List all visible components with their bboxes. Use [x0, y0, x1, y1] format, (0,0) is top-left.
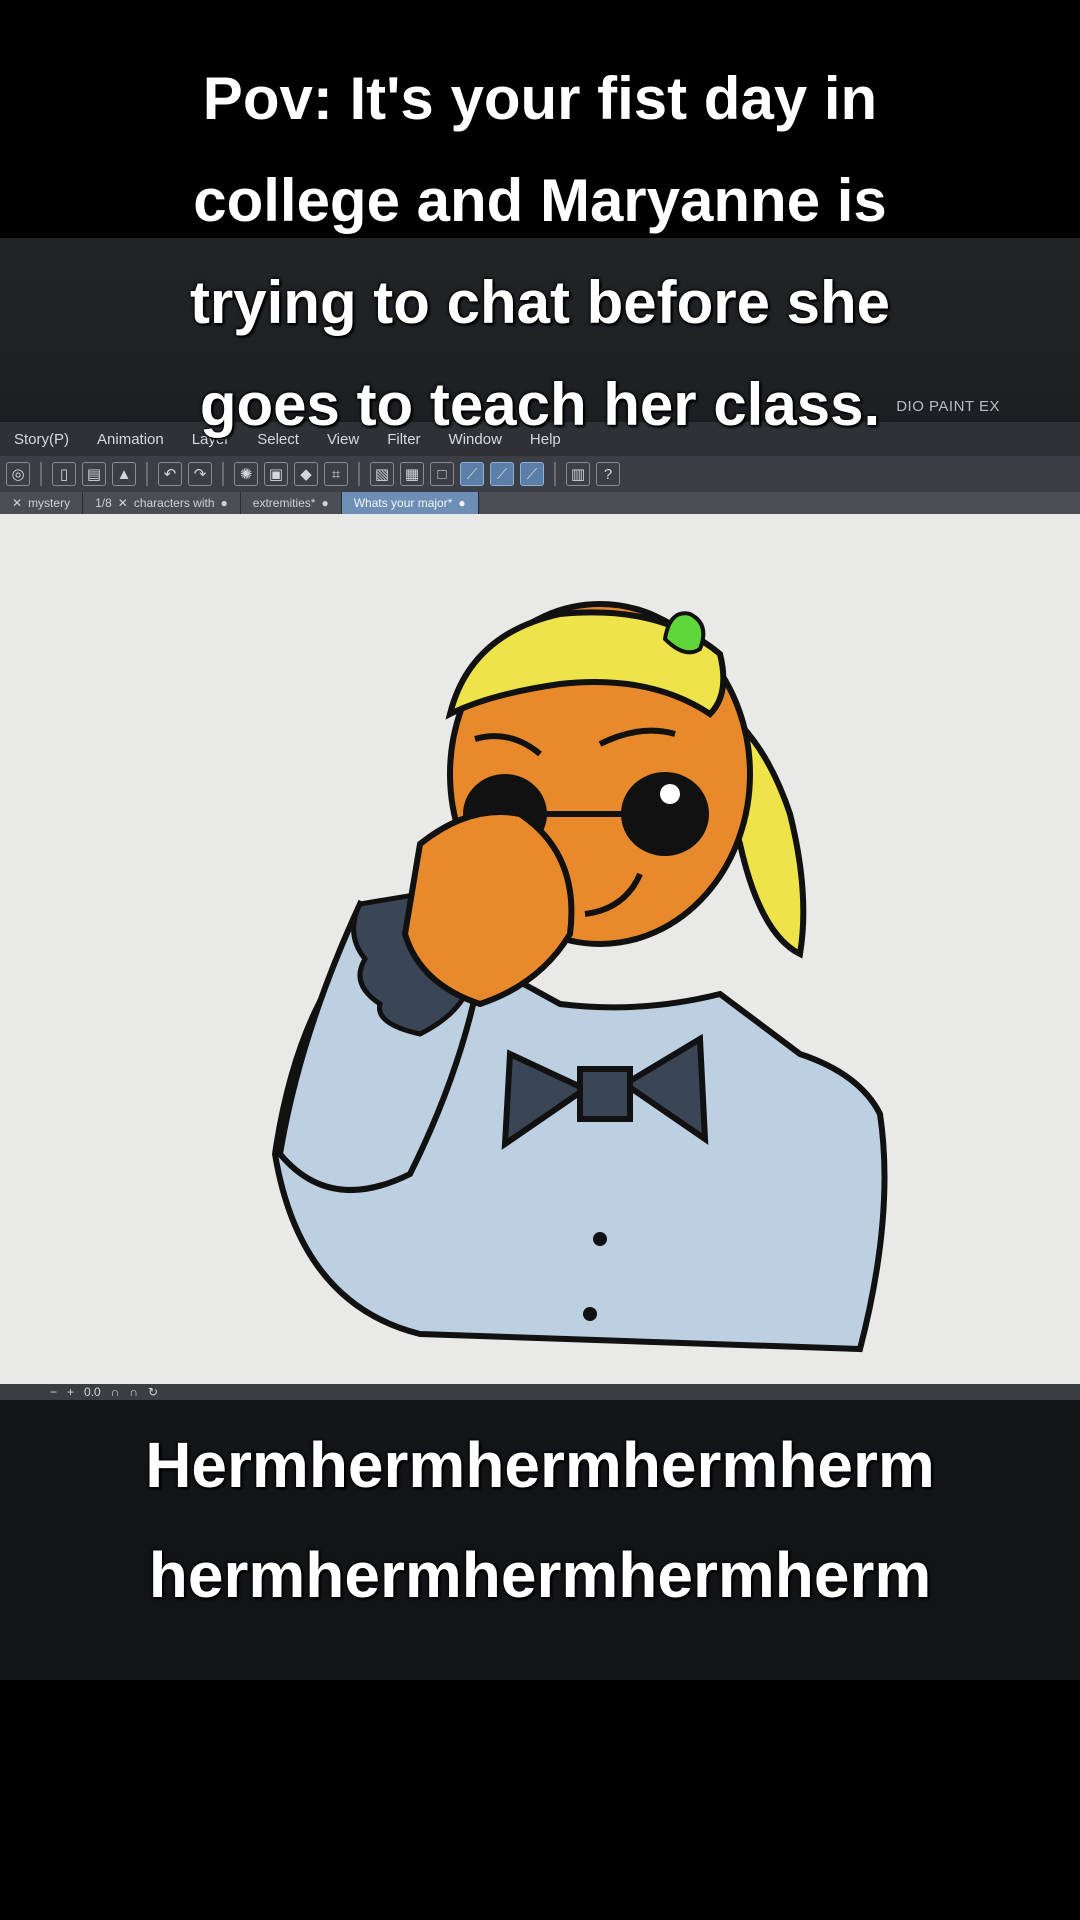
caption-line: Hermhermhermhermherm — [145, 1429, 935, 1501]
toolbar-separator — [358, 462, 360, 486]
hair-leaf — [662, 611, 706, 655]
close-icon[interactable]: ✕ — [12, 496, 22, 510]
crop-icon[interactable]: ⌗ — [324, 462, 348, 486]
zoom-in-icon[interactable]: + — [67, 1385, 74, 1399]
caption-line: college and Maryanne is — [193, 167, 887, 234]
zoom-out-icon[interactable]: − — [50, 1385, 57, 1399]
rotate-icon[interactable]: ∩ — [111, 1385, 120, 1399]
fill-icon[interactable]: ◆ — [294, 462, 318, 486]
character-drawing — [271, 601, 888, 1353]
tab-label: 1/8 — [95, 496, 112, 510]
tab-characters[interactable]: 1/8 ✕ characters with ● — [83, 492, 241, 514]
caption-bottom: Hermhermhermhermherm hermhermhermhermher… — [0, 1410, 1080, 1630]
toolbar-separator — [554, 462, 556, 486]
hand — [401, 809, 575, 1008]
shirt-button — [593, 1232, 607, 1246]
toolbar-separator — [222, 462, 224, 486]
help-icon[interactable]: ? — [596, 462, 620, 486]
drawing-canvas[interactable] — [0, 514, 1080, 1384]
unsaved-dot-icon: ● — [220, 496, 228, 510]
panel-icon[interactable]: ▥ — [566, 462, 590, 486]
undo-icon[interactable]: ↶ — [158, 462, 182, 486]
tab-label: characters with — [133, 496, 215, 510]
glasses-right-lens — [621, 772, 709, 856]
toolbar: ◎ ▯ ▤ ▲ ↶ ↷ ✺ ▣ ◆ ⌗ ▧ ▦ □ ⟋ ⟋ ⟋ ▥ ? — [0, 456, 1080, 492]
rotate-icon[interactable]: ∩ — [129, 1385, 138, 1399]
tab-label: Whats your major* — [353, 496, 453, 510]
frame-icon[interactable]: □ — [430, 462, 454, 486]
glasses-shine — [660, 784, 680, 804]
tab-whats-your-major[interactable]: Whats your major* ● — [341, 492, 479, 514]
toolbar-separator — [40, 462, 42, 486]
tab-mystery[interactable]: ✕ mystery — [0, 492, 84, 514]
ruler-icon[interactable]: ▧ — [370, 462, 394, 486]
unsaved-dot-icon: ● — [321, 496, 329, 510]
redo-icon[interactable]: ↷ — [188, 462, 212, 486]
loading-icon[interactable]: ✺ — [234, 462, 258, 486]
open-folder-icon[interactable]: ▤ — [82, 462, 106, 486]
layer-icon[interactable]: ▦ — [400, 462, 424, 486]
zoom-value: 0.0 — [84, 1385, 101, 1399]
toolbar-separator — [146, 462, 148, 486]
bow-tie-knot — [577, 1066, 633, 1122]
document-tabs: ✕ mystery 1/8 ✕ characters with ● extrem… — [0, 492, 1080, 514]
tab-label: extremities* — [252, 496, 316, 510]
shirt-button — [583, 1307, 597, 1321]
caption-line: hermhermhermhermherm — [148, 1539, 932, 1611]
new-file-icon[interactable]: ▯ — [52, 462, 76, 486]
transform-icon[interactable]: ▣ — [264, 462, 288, 486]
snap-special-ruler-icon[interactable]: ⟋ — [490, 462, 514, 486]
caption-line: Pov: It's your fist day in — [202, 65, 878, 132]
caption-line: goes to teach her class. — [199, 371, 881, 438]
close-icon[interactable]: ✕ — [118, 496, 128, 510]
save-icon[interactable]: ▲ — [112, 462, 136, 486]
tab-label: mystery — [28, 496, 71, 510]
snap-grid-icon[interactable]: ⟋ — [520, 462, 544, 486]
app-icon[interactable]: ◎ — [6, 462, 30, 486]
unsaved-dot-icon: ● — [458, 496, 466, 510]
reset-icon[interactable]: ↻ — [148, 1385, 158, 1399]
caption-line: trying to chat before she — [189, 269, 891, 336]
tab-extremities[interactable]: extremities* ● — [241, 492, 342, 514]
snap-ruler-icon[interactable]: ⟋ — [460, 462, 484, 486]
status-bar: − + 0.0 ∩ ∩ ↻ — [0, 1384, 1080, 1400]
caption-top: Pov: It's your fist day in college and M… — [0, 48, 1080, 456]
